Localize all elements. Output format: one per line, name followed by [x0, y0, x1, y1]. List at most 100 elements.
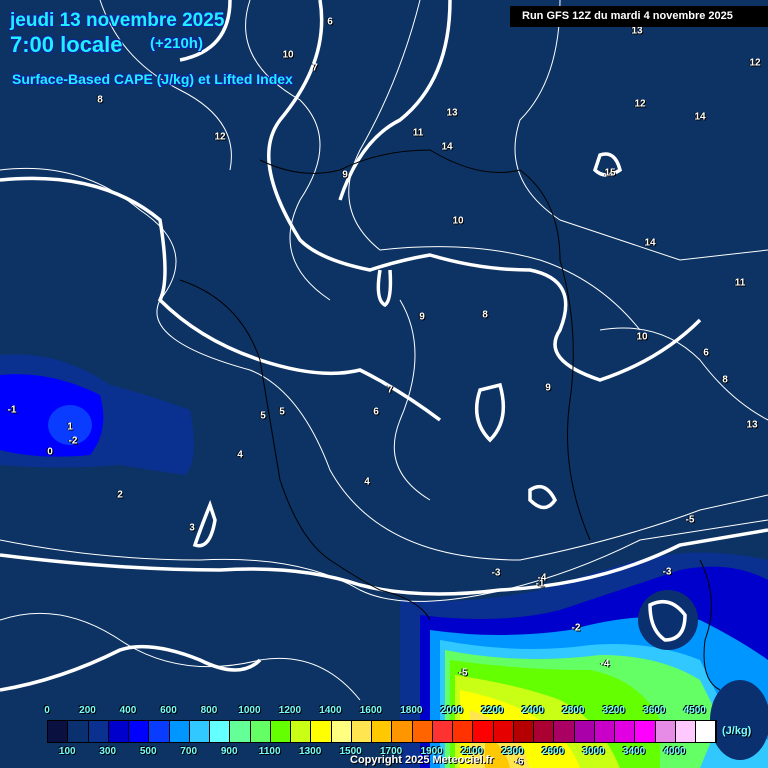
legend-bottom-label: 4000: [663, 746, 686, 757]
legend-swatch: [108, 721, 129, 742]
legend-bottom-label: 3400: [622, 746, 646, 757]
lifted-index-label: -6: [514, 756, 524, 768]
legend-swatch: [432, 721, 453, 742]
lifted-index-label: 13: [446, 107, 458, 119]
legend-unit: (J/kg): [722, 725, 752, 737]
legend-top-label: 3200: [602, 705, 625, 716]
legend-swatch: [270, 721, 291, 742]
legend-swatch: [311, 721, 332, 742]
legend-swatch: [615, 721, 636, 742]
lifted-index-label: -1: [7, 404, 17, 416]
legend-top-label: 1600: [359, 705, 382, 716]
weather-map: 6 10 8 7 12 13 11 9 14 13 15 14 12 10 8 9 7 6 5 4 3 2 1 0 -1 -2 -3…: [0, 0, 768, 768]
legend-bottom-label: 2300: [501, 746, 524, 757]
lifted-index-label: -1: [535, 578, 545, 590]
lifted-index-label: 12: [749, 57, 761, 69]
lifted-index-label: 14: [441, 141, 453, 153]
legend-top-label: 600: [160, 705, 177, 716]
lifted-index-label: 11: [734, 277, 746, 289]
legend-top-label: 3600: [643, 705, 666, 716]
lifted-index-label: 12: [634, 98, 646, 110]
legend-swatch: [331, 721, 352, 742]
lifted-index-label: -2: [571, 622, 581, 634]
legend-swatch: [534, 721, 555, 742]
lifted-index-label: 9: [545, 382, 551, 394]
legend-top-label: 4500: [683, 705, 706, 716]
legend-top-label: 1400: [319, 705, 342, 716]
legend-top-label: 2800: [562, 705, 585, 716]
legend-bottom-label: 3000: [582, 746, 605, 757]
legend-top-label: 200: [79, 705, 96, 716]
copyright: Copyright 2025 Meteociel.fr: [350, 754, 494, 766]
lifted-index-label: 6: [373, 406, 379, 418]
lifted-index-label: 12: [214, 131, 226, 143]
legend-top-label: 2200: [481, 705, 504, 716]
legend-bottom-label: 900: [220, 746, 238, 757]
legend-swatch: [189, 721, 210, 742]
lifted-index-label: 9: [342, 169, 348, 181]
legend-top-label: 400: [119, 705, 137, 716]
lifted-index-label: 6: [327, 16, 333, 28]
legend-bottom-label: 100: [58, 746, 76, 757]
legend-top-label: 1200: [278, 705, 302, 716]
lifted-index-label: 10: [636, 331, 648, 343]
legend-top-label: 1800: [400, 705, 423, 716]
legend-bottom-label: 500: [139, 746, 157, 757]
legend-swatch: [453, 721, 474, 742]
lifted-index-label: 2: [117, 489, 123, 501]
legend-top-label: 2400: [521, 705, 544, 716]
lifted-index-label: 4: [237, 449, 243, 461]
lifted-index-label: 13: [631, 25, 643, 37]
lifted-index-label: -4: [600, 658, 610, 670]
legend-swatch: [372, 721, 393, 742]
lifted-index-label: 0: [47, 446, 53, 458]
legend-bottom-label: 300: [99, 746, 117, 757]
legend-swatch: [230, 721, 251, 742]
legend-swatch: [675, 721, 696, 742]
legend-swatch: [473, 721, 494, 742]
lifted-index-label: -2: [68, 435, 78, 447]
lifted-index-label: 5: [260, 410, 266, 422]
legend-swatch: [210, 721, 231, 742]
lifted-index-label: 13: [746, 419, 758, 431]
model-run-banner: Run GFS 12Z du mardi 4 novembre 2025: [510, 6, 768, 27]
legend-top-label: 2000: [440, 705, 463, 716]
legend-bottom-label: 2600: [541, 746, 565, 757]
lifted-index-label: 14: [694, 111, 706, 123]
lifted-index-label: 8: [722, 374, 728, 386]
lifted-index-label: -5: [458, 667, 468, 679]
legend-swatch: [291, 721, 312, 742]
legend-swatch: [351, 721, 372, 742]
lifted-index-label: -5: [685, 514, 695, 526]
legend-swatch: [574, 721, 595, 742]
legend-swatch: [493, 721, 514, 742]
legend-bottom-label: 700: [180, 746, 198, 757]
forecast-time: 7:00 locale: [10, 32, 123, 57]
parameter-title: Surface-Based CAPE (J/kg) et Lifted Inde…: [12, 71, 293, 87]
lifted-index-label: 8: [482, 309, 488, 321]
legend-top-label: 0: [44, 705, 50, 716]
legend-swatch: [129, 721, 150, 742]
cape-map-canvas: [0, 0, 768, 768]
cape-color-legend: [47, 720, 717, 743]
legend-swatch: [392, 721, 413, 742]
legend-swatch: [250, 721, 271, 742]
legend-swatch: [48, 721, 69, 742]
lifted-index-label: 11: [412, 127, 424, 139]
legend-swatch: [513, 721, 534, 742]
lifted-index-label: 10: [452, 215, 464, 227]
forecast-date: jeudi 13 novembre 2025: [10, 10, 225, 31]
legend-swatch: [412, 721, 433, 742]
lifted-index-label: 6: [703, 347, 709, 359]
lifted-index-label: -3: [491, 567, 501, 579]
lifted-index-label: 10: [282, 49, 294, 61]
lifted-index-label: 7: [387, 384, 393, 396]
lifted-index-label: -3: [662, 566, 672, 578]
legend-top-label: 1000: [238, 705, 261, 716]
legend-swatch: [594, 721, 615, 742]
legend-swatch: [696, 721, 717, 742]
lifted-index-label: 4: [364, 476, 370, 488]
lifted-index-label: 1: [67, 421, 73, 433]
legend-top-label: 800: [200, 705, 218, 716]
legend-swatch: [169, 721, 190, 742]
